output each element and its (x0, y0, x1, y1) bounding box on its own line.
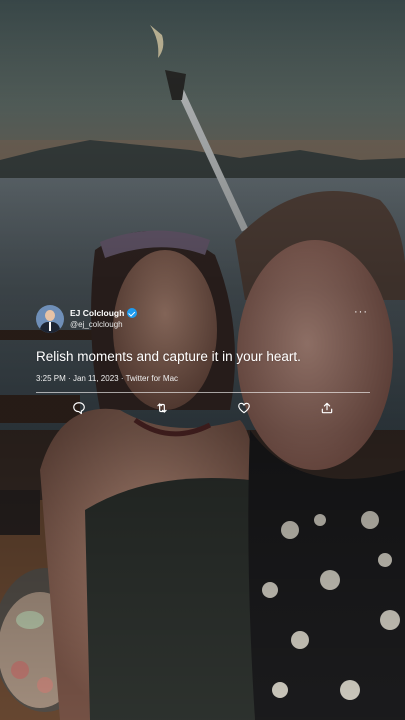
tweet-header: EJ Colclough @ej_colclough ··· (36, 304, 370, 334)
tweet-time[interactable]: 3:25 PM (36, 374, 66, 383)
author-name-row: EJ Colclough (70, 307, 138, 319)
more-options-icon[interactable]: ··· (354, 306, 368, 318)
tweet-meta: 3:25 PM · Jan 11, 2023 · Twitter for Mac (36, 374, 370, 383)
tweet-source[interactable]: Twitter for Mac (126, 374, 178, 383)
author-info: EJ Colclough @ej_colclough (70, 307, 138, 331)
tweet-date[interactable]: Jan 11, 2023 (73, 374, 119, 383)
user-handle[interactable]: @ej_colclough (70, 319, 137, 331)
meta-separator: · (120, 374, 124, 383)
tweet-actions (36, 393, 370, 415)
reply-icon[interactable] (72, 401, 86, 415)
meta-separator: · (68, 374, 71, 383)
share-icon[interactable] (320, 401, 334, 415)
retweet-icon[interactable] (155, 401, 169, 415)
display-name[interactable]: EJ Colclough (70, 307, 124, 319)
tweet-card: EJ Colclough @ej_colclough ··· Relish mo… (36, 304, 370, 415)
tweet-text: Relish moments and capture it in your he… (36, 349, 301, 364)
heart-icon[interactable] (237, 401, 251, 415)
avatar[interactable] (36, 305, 64, 333)
verified-badge-icon (127, 308, 138, 318)
